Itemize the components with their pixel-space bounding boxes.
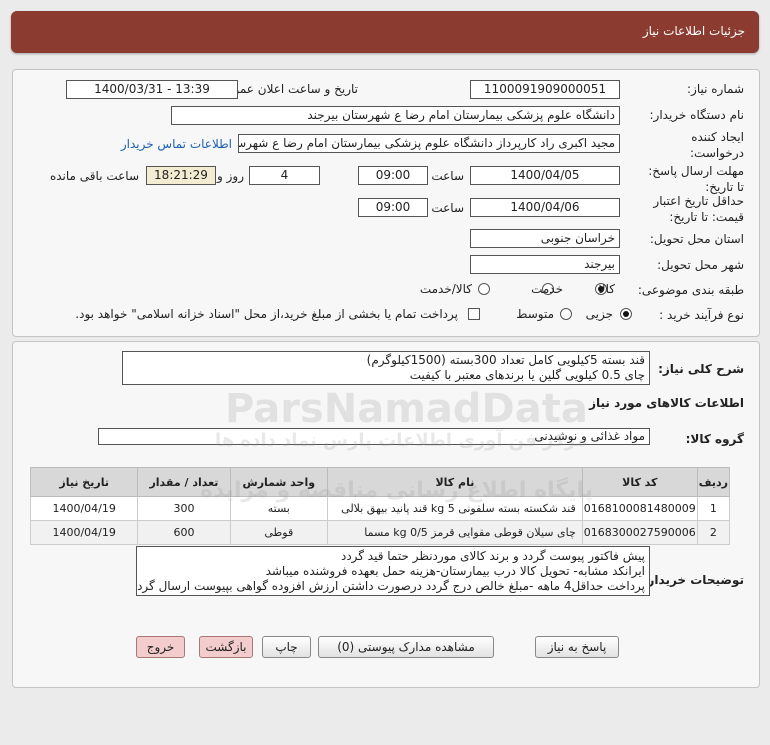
summary-line-2: چای 0.5 کیلویی گلین یا برندهای معتبر با … bbox=[409, 368, 645, 382]
buyer-notes-line-1: پیش فاکتور پیوست گردد و برند کالای موردن… bbox=[340, 549, 645, 563]
days-label: روز و bbox=[217, 169, 244, 183]
validity-label-1: حداقل تاریخ اعتبار bbox=[653, 194, 744, 208]
goods-group-label: گروه کالا: bbox=[685, 432, 744, 446]
goods-table: ردیف کد کالا نام کالا واحد شمارش تعداد /… bbox=[29, 467, 731, 545]
table-row: 1 0168100081480009 قند شکسته بسته سلفونی… bbox=[29, 496, 731, 521]
category-both-text: کالا/خدمت bbox=[419, 282, 472, 296]
exit-button[interactable]: خروج bbox=[136, 636, 185, 658]
creator-label-2: درخواست: bbox=[690, 146, 744, 160]
treasury-payment-checkbox[interactable] bbox=[468, 308, 480, 320]
page-header: جزئیات اطلاعات نیاز bbox=[11, 11, 759, 53]
reply-to-need-button[interactable]: پاسخ به نیاز bbox=[535, 636, 619, 658]
creator-field: مجید اکبری راد کارپرداز دانشگاه علوم پزش… bbox=[238, 134, 620, 153]
row-number: 1 bbox=[696, 496, 731, 521]
city-field: بیرجند bbox=[470, 255, 620, 274]
need-number-label: شماره نیاز: bbox=[687, 82, 744, 96]
view-attachments-button[interactable]: مشاهده مدارک پیوستی (0) bbox=[318, 636, 494, 658]
buyer-notes-line-2: ایرانکد مشابه- تحویل کالا درب بیمارستان-… bbox=[265, 564, 645, 578]
deadline-label-2: تا تاریخ: bbox=[705, 180, 744, 194]
category-goods-text: کالا bbox=[598, 282, 615, 296]
row-quantity: 300 bbox=[137, 496, 231, 521]
buyer-notes-field: پیش فاکتور پیوست گردد و برند کالای موردن… bbox=[136, 546, 650, 596]
process-partial-radio[interactable] bbox=[620, 308, 632, 320]
remaining-time-label: ساعت باقی مانده bbox=[49, 169, 139, 183]
deadline-date-field: 1400/04/05 bbox=[470, 166, 620, 185]
process-medium-radio[interactable] bbox=[560, 308, 572, 320]
creator-label-1: ایجاد کننده bbox=[691, 130, 744, 144]
table-row: 2 0168300027590006 چای سیلان قوطی مقوایی… bbox=[29, 520, 731, 545]
deadline-label-1: مهلت ارسال پاسخ: bbox=[648, 164, 744, 178]
col-code: کد کالا bbox=[581, 467, 698, 497]
col-unit: واحد شمارش bbox=[229, 467, 329, 497]
validity-label-2: قیمت: تا تاریخ: bbox=[669, 210, 744, 224]
buyer-notes-line-3: پرداخت حداقل4 ماهه -مبلغ خالص درج گردد د… bbox=[136, 579, 645, 593]
row-code: 0168300027590006 bbox=[581, 520, 698, 545]
row-unit: قوطی bbox=[229, 520, 329, 545]
col-name: نام کالا bbox=[327, 467, 583, 497]
row-need-date: 1400/04/19 bbox=[29, 496, 139, 521]
deadline-time-field: 09:00 bbox=[358, 166, 428, 185]
remaining-time-field: 18:21:29 bbox=[146, 166, 216, 185]
buyer-notes-label: توضیحات خریدار: bbox=[642, 573, 744, 587]
city-label: شهر محل تحویل: bbox=[657, 258, 744, 272]
goods-info-title: اطلاعات کالاهای مورد نیاز bbox=[589, 396, 744, 410]
row-code: 0168100081480009 bbox=[581, 496, 698, 521]
row-quantity: 600 bbox=[137, 520, 231, 545]
summary-field: قند بسته 5کیلویی کامل تعداد 300بسته (150… bbox=[122, 351, 650, 385]
validity-time-label: ساعت bbox=[431, 201, 464, 215]
col-row: ردیف bbox=[696, 467, 731, 497]
col-quantity: تعداد / مقدار bbox=[137, 467, 231, 497]
row-name: قند شکسته بسته سلفونی 5 kg قند پانید بیه… bbox=[327, 496, 583, 521]
row-unit: بسته bbox=[229, 496, 329, 521]
validity-time-field: 09:00 bbox=[358, 198, 428, 217]
row-need-date: 1400/04/19 bbox=[29, 520, 139, 545]
validity-date-field: 1400/04/06 bbox=[470, 198, 620, 217]
summary-label: شرح کلی نیاز: bbox=[658, 362, 744, 376]
days-remaining-field: 4 bbox=[249, 166, 320, 185]
buyer-org-label: نام دستگاه خریدار: bbox=[649, 108, 745, 122]
col-need-date: تاریخ نیاز bbox=[29, 467, 139, 497]
row-name: چای سیلان قوطی مقوایی قرمز 0/5 kg مسما bbox=[327, 520, 583, 545]
category-both-radio[interactable] bbox=[478, 283, 490, 295]
treasury-payment-note: پرداخت تمام یا بخشی از مبلغ خرید،از محل … bbox=[75, 307, 458, 321]
print-button[interactable]: چاپ bbox=[262, 636, 311, 658]
process-medium-text: متوسط bbox=[516, 307, 554, 321]
process-type-label: نوع فرآیند خرید : bbox=[659, 308, 744, 322]
category-label: طبقه بندی موضوعی: bbox=[637, 283, 744, 297]
process-partial-text: جزیی bbox=[585, 307, 613, 321]
buyer-org-field: دانشگاه علوم پزشکی بیمارستان امام رضا ع … bbox=[171, 106, 620, 125]
row-number: 2 bbox=[696, 520, 731, 545]
page-title: جزئیات اطلاعات نیاز bbox=[642, 24, 745, 38]
goods-table-header: ردیف کد کالا نام کالا واحد شمارش تعداد /… bbox=[29, 467, 731, 497]
category-service-text: خدمت bbox=[531, 282, 563, 296]
province-field: خراسان جنوبی bbox=[470, 229, 620, 248]
goods-group-field: مواد غذائی و نوشیدنی bbox=[98, 428, 650, 445]
province-label: استان محل تحویل: bbox=[649, 232, 744, 246]
buyer-contact-link[interactable]: اطلاعات تماس خریدار bbox=[121, 137, 232, 151]
deadline-time-label: ساعت bbox=[431, 169, 464, 183]
summary-line-1: قند بسته 5کیلویی کامل تعداد 300بسته (150… bbox=[366, 353, 645, 367]
back-button[interactable]: بازگشت bbox=[199, 636, 253, 658]
announce-date-field: 1400/03/31 - 13:39 bbox=[66, 80, 238, 99]
need-number-field: 1100091909000051 bbox=[470, 80, 620, 99]
